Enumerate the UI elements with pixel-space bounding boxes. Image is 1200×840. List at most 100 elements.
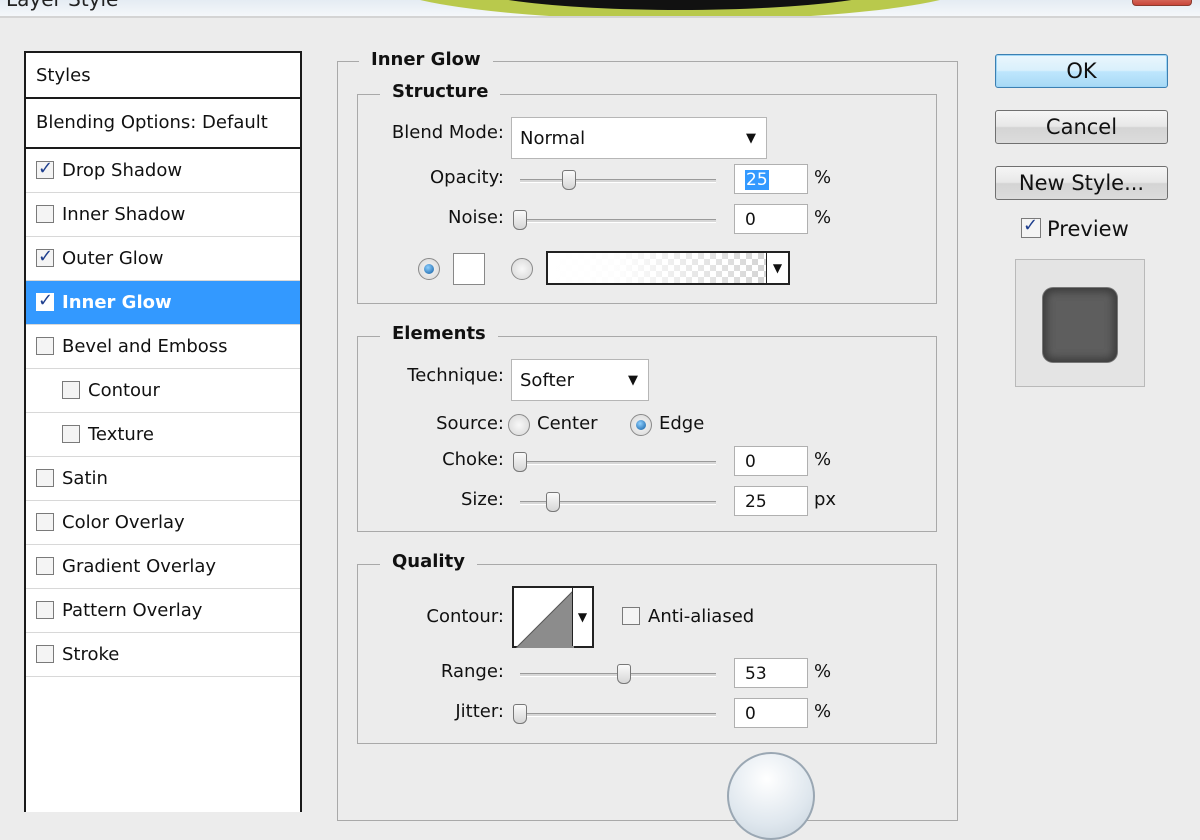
elements-title: Elements [380,323,498,344]
chevron-down-icon[interactable]: ▼ [766,253,788,283]
style-item-label: Texture [88,424,154,445]
opacity-value: 25 [745,170,769,190]
anti-aliased-checkbox[interactable]: Anti-aliased [622,606,754,627]
opacity-unit: % [814,167,832,188]
technique-select[interactable]: Softer ▼ [511,359,649,401]
choke-label: Choke: [442,449,504,470]
style-item-label: Stroke [62,644,120,665]
jitter-input[interactable]: 0 [734,698,808,728]
new-style-button[interactable]: New Style... [995,166,1168,200]
title-bar: Layer Style [0,0,1200,16]
style-item-label: Inner Shadow [62,204,186,225]
style-checkbox[interactable] [36,245,54,269]
chevron-down-icon[interactable]: ▼ [572,588,592,646]
style-checkbox[interactable] [62,381,80,399]
style-item[interactable]: Texture [26,413,300,457]
noise-label: Noise: [448,207,504,228]
style-preview [1015,259,1145,387]
jitter-label: Jitter: [455,701,504,722]
noise-slider[interactable] [513,210,716,230]
ok-button[interactable]: OK [995,54,1168,88]
style-item[interactable]: Bevel and Emboss [26,325,300,369]
structure-title: Structure [380,81,501,102]
style-item[interactable]: Color Overlay [26,501,300,545]
style-items: Drop Shadow Inner Shadow Outer Glow Inner G… [26,149,300,677]
blend-mode-value: Normal [520,128,586,149]
opacity-slider[interactable] [520,170,716,190]
style-item[interactable]: Drop Shadow [26,149,300,193]
size-input[interactable]: 25 [734,486,808,516]
glow-color-swatch[interactable] [453,253,485,285]
style-item-label: Inner Glow [62,292,172,313]
style-checkbox[interactable] [36,557,54,575]
preview-box[interactable] [1021,214,1041,238]
styles-list: Styles Blending Options: Default Drop Sh… [24,51,302,812]
range-slider-thumb[interactable] [616,664,631,684]
range-slider[interactable] [520,664,716,684]
technique-label: Technique: [407,365,504,386]
contour-picker[interactable]: ▼ [512,586,594,648]
close-button[interactable] [1132,0,1192,6]
noise-slider-thumb[interactable] [513,210,527,230]
choke-input[interactable]: 0 [734,446,808,476]
noise-unit: % [814,207,832,228]
choke-slider-thumb[interactable] [513,452,527,472]
size-unit: px [814,489,837,510]
jitter-slider-thumb[interactable] [513,704,527,724]
opacity-input[interactable]: 25 [734,164,808,194]
opacity-slider-thumb[interactable] [562,170,576,190]
style-checkbox[interactable] [36,645,54,663]
source-edge-radio[interactable] [630,414,652,436]
style-item[interactable]: Stroke [26,633,300,677]
source-center-radio[interactable] [508,414,530,436]
style-item-label: Drop Shadow [62,160,183,181]
style-item-label: Satin [62,468,108,489]
style-item-label: Outer Glow [62,248,164,269]
style-item[interactable]: Outer Glow [26,237,300,281]
chevron-down-icon: ▼ [746,131,756,146]
range-input[interactable]: 53 [734,658,808,688]
style-item-label: Color Overlay [62,512,185,533]
style-checkbox[interactable] [36,337,54,355]
style-item[interactable]: Inner Shadow [26,193,300,237]
gradient-radio[interactable] [511,258,533,280]
blend-mode-select[interactable]: Normal ▼ [511,117,767,159]
cancel-button[interactable]: Cancel [995,110,1168,144]
preview-label: Preview [1047,217,1129,241]
noise-input[interactable]: 0 [734,204,808,234]
style-item[interactable]: Gradient Overlay [26,545,300,589]
window-frame [0,16,1200,28]
style-checkbox[interactable] [36,513,54,531]
choke-slider[interactable] [513,452,716,472]
source-edge-label[interactable]: Edge [659,413,704,434]
style-item[interactable]: Satin [26,457,300,501]
style-checkbox[interactable] [36,157,54,181]
source-center-label[interactable]: Center [537,413,598,434]
blending-options-item[interactable]: Blending Options: Default [26,99,300,149]
gradient-picker[interactable]: ▼ [546,251,790,285]
size-slider-thumb[interactable] [546,492,561,512]
style-item[interactable]: Pattern Overlay [26,589,300,633]
preview-thumbnail [1043,288,1117,362]
style-item[interactable]: Contour [26,369,300,413]
panel-title: Inner Glow [359,49,493,70]
style-checkbox[interactable] [36,601,54,619]
style-item-label: Gradient Overlay [62,556,217,577]
solid-color-radio[interactable] [418,258,440,280]
style-checkbox[interactable] [62,425,80,443]
styles-header[interactable]: Styles [26,53,300,99]
size-slider[interactable] [520,492,716,512]
style-checkbox[interactable] [36,469,54,487]
window-title: Layer Style [6,0,118,11]
style-checkbox[interactable] [36,205,54,223]
decorative-orb [727,752,815,840]
anti-aliased-box[interactable] [622,607,640,625]
style-checkbox[interactable] [36,289,54,313]
style-item[interactable]: Inner Glow [26,281,300,325]
jitter-slider[interactable] [513,704,716,724]
opacity-label: Opacity: [430,167,504,188]
contour-preview-icon [516,590,574,648]
size-label: Size: [460,489,504,510]
source-label: Source: [436,413,504,434]
preview-checkbox[interactable]: Preview [1021,214,1129,241]
